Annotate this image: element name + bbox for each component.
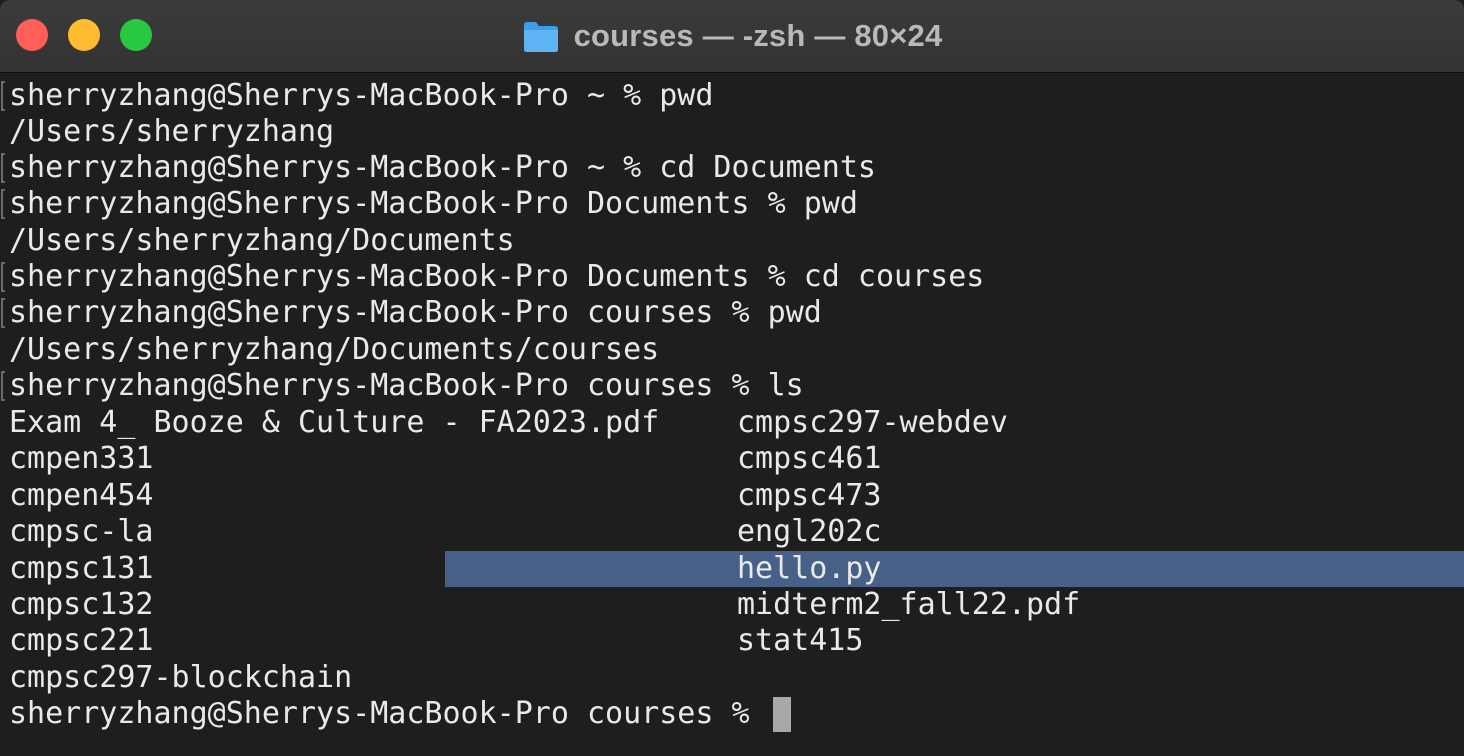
command-mark [1,189,5,219]
title-bar[interactable]: courses — -zsh — 80×24 [0,0,1464,73]
command-mark [1,298,5,328]
window-title-area: courses — -zsh — 80×24 [0,0,1464,72]
ls-entry: midterm2_fall22.pdf [737,587,1081,622]
ls-entry: Exam 4_ Booze & Culture - FA2023.pdf [9,405,660,440]
terminal-line: sherryzhang@Sherrys-MacBook-Pro ~ % pwd [9,78,714,113]
selection-highlight [445,551,1464,587]
terminal-line: sherryzhang@Sherrys-MacBook-Pro ~ % cd D… [9,150,876,185]
terminal-line: /Users/sherryzhang [9,114,335,149]
folder-icon [523,22,558,52]
command-mark [1,81,5,111]
ls-entry: cmpen454 [9,478,154,513]
ls-entry: cmpsc132 [9,587,154,622]
terminal-line: /Users/sherryzhang/Documents/courses [9,332,660,367]
ls-entry: stat415 [737,623,864,658]
ls-entry: cmpsc131 [9,551,154,586]
terminal-line: sherryzhang@Sherrys-MacBook-Pro Document… [9,259,985,294]
ls-entry-selected: hello.py [737,551,882,586]
command-mark [1,153,5,183]
ls-entry: engl202c [737,514,882,549]
command-mark [1,371,5,401]
ls-entry: cmpsc-la [9,514,154,549]
terminal-line: sherryzhang@Sherrys-MacBook-Pro courses … [9,368,804,403]
ls-entry: cmpen331 [9,441,154,476]
ls-entry: cmpsc297-webdev [737,405,1008,440]
window-title-group: courses — -zsh — 80×24 [522,18,943,54]
active-prompt[interactable]: sherryzhang@Sherrys-MacBook-Pro courses … [9,696,768,732]
command-mark [1,262,5,292]
terminal-line: sherryzhang@Sherrys-MacBook-Pro Document… [9,186,858,221]
ls-entry: cmpsc461 [737,441,882,476]
ls-entry: cmpsc297-blockchain [9,660,353,695]
window-title: courses — -zsh — 80×24 [573,18,943,53]
text-cursor [773,697,791,732]
ls-entry: cmpsc221 [9,623,154,658]
ls-entry: cmpsc473 [737,478,882,513]
terminal-window: courses — -zsh — 80×24 sherryzhang@Sherr… [0,0,1464,756]
terminal-content[interactable]: sherryzhang@Sherrys-MacBook-Pro ~ % pwd … [0,78,1464,756]
terminal-line: sherryzhang@Sherrys-MacBook-Pro courses … [9,295,822,330]
terminal-line: /Users/sherryzhang/Documents [9,223,515,258]
